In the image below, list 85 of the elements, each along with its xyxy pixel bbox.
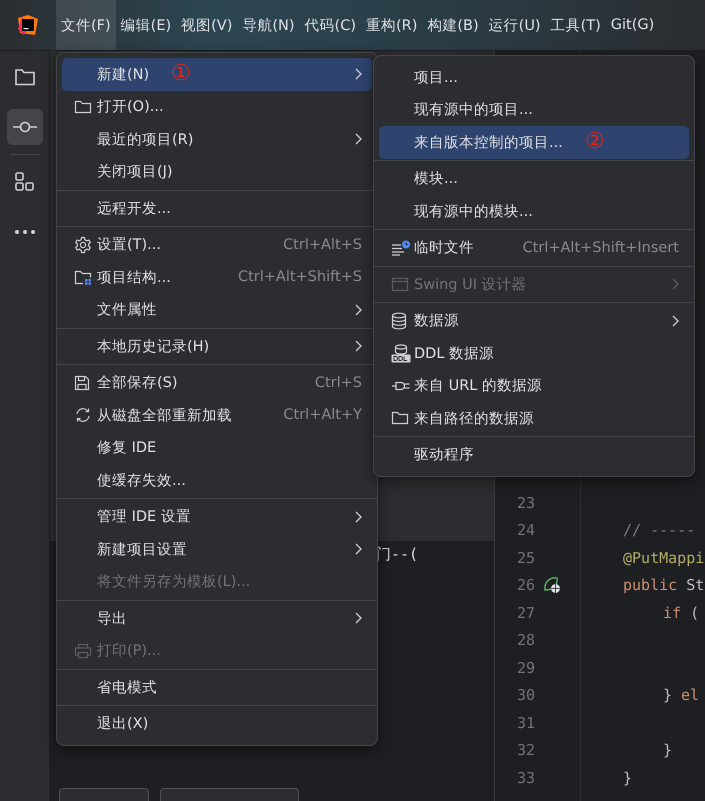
menu-bar-item[interactable]: 编辑(E) bbox=[116, 0, 176, 50]
line-number: 24 bbox=[516, 521, 535, 540]
menu-item[interactable]: 模块... bbox=[379, 162, 689, 195]
menu-item[interactable]: 数据源 bbox=[379, 304, 689, 337]
line-number: 25 bbox=[516, 548, 535, 567]
menu-item[interactable]: 远程开发... bbox=[62, 192, 372, 224]
menu-item[interactable]: 驱动程序 bbox=[379, 438, 689, 471]
folder-icon bbox=[391, 410, 409, 426]
menu-item[interactable]: 退出(X) bbox=[62, 708, 372, 740]
line-number: 23 bbox=[516, 494, 535, 512]
scratch-file-icon bbox=[391, 240, 411, 256]
save-icon bbox=[74, 374, 90, 391]
line-number: 32 bbox=[516, 741, 535, 760]
menu-item[interactable]: 设置(T)... Ctrl+Alt+S bbox=[62, 228, 372, 261]
menu-item[interactable]: 使缓存失效... bbox=[62, 464, 372, 496]
menu-item[interactable]: 项目... bbox=[379, 61, 689, 94]
menu-bar-item[interactable]: Git(G) bbox=[606, 0, 660, 50]
database-icon bbox=[391, 312, 407, 330]
folder-icon bbox=[14, 67, 36, 87]
menu-item[interactable]: 来自 URL 的数据源 bbox=[379, 370, 689, 402]
code-token: St bbox=[686, 576, 704, 594]
menu-bar-item[interactable]: 代码(C) bbox=[300, 0, 361, 50]
menu-item[interactable]: 文件属性 bbox=[62, 294, 372, 326]
menu-item[interactable]: 打开(O)... bbox=[62, 90, 372, 123]
menu-item[interactable]: 管理 IDE 设置 bbox=[62, 500, 372, 533]
menu-item[interactable]: 来自版本控制的项目... ② bbox=[379, 126, 689, 158]
app-logo-icon[interactable] bbox=[18, 15, 38, 35]
step-marker: ② bbox=[584, 131, 605, 154]
step-marker: ① bbox=[171, 63, 191, 86]
shortcut: Ctrl+Alt+S bbox=[283, 236, 362, 253]
menu-item[interactable]: 项目结构... Ctrl+Alt+Shift+S bbox=[62, 261, 372, 294]
folder-grid-icon bbox=[74, 269, 92, 286]
code-token: } bbox=[623, 768, 632, 787]
menu-item[interactable]: 来自路径的数据源 bbox=[379, 402, 689, 434]
shortcut: Ctrl+S bbox=[314, 374, 362, 391]
menu-item[interactable]: 导出 bbox=[62, 602, 372, 634]
line-number: 27 bbox=[516, 604, 535, 622]
leaf-globe-icon[interactable] bbox=[543, 576, 561, 594]
window-icon bbox=[391, 276, 409, 292]
code-token: } bbox=[663, 741, 672, 760]
code-token: } bbox=[663, 686, 672, 704]
line-number: 33 bbox=[516, 768, 535, 787]
menu-item[interactable]: 现有源中的项目... bbox=[379, 94, 689, 126]
line-number: 31 bbox=[516, 714, 535, 732]
code-token: ( bbox=[690, 604, 700, 622]
code-token: // ----- bbox=[623, 521, 696, 540]
line-number: 30 bbox=[516, 686, 535, 704]
menu-item[interactable]: 最近的项目(R) bbox=[62, 123, 372, 156]
code-token: public bbox=[623, 576, 678, 594]
code-token: el bbox=[681, 686, 700, 704]
menu-bar-item[interactable]: 工具(T) bbox=[546, 0, 606, 50]
commit-icon bbox=[12, 120, 38, 134]
shortcut: Ctrl+Alt+Shift+Insert bbox=[522, 240, 679, 256]
ddl-database-icon bbox=[391, 344, 411, 363]
menu-item[interactable]: 新建项目设置 bbox=[62, 533, 372, 566]
settings-icon bbox=[74, 236, 92, 254]
menu-item[interactable]: 省电模式 bbox=[62, 671, 372, 704]
menu-bar-item[interactable]: 重构(R) bbox=[361, 0, 422, 50]
code-token: @PutMappi bbox=[623, 548, 704, 567]
reload-icon bbox=[74, 407, 92, 424]
menu-item[interactable]: 关闭项目(J) bbox=[62, 156, 372, 188]
more-icon bbox=[14, 229, 36, 235]
printer-icon bbox=[74, 642, 92, 659]
menu-item[interactable]: 本地历史记录(H) bbox=[62, 330, 372, 362]
menu-bar-item[interactable]: 运行(U) bbox=[484, 0, 546, 50]
menu-item[interactable]: 全部保存(S) Ctrl+S bbox=[62, 366, 372, 399]
menu-item[interactable]: 修复 IDE bbox=[62, 432, 372, 464]
line-number: 29 bbox=[516, 658, 535, 677]
menu-item[interactable]: 现有源中的模块... bbox=[379, 195, 689, 228]
menu-bar-item[interactable]: 文件(F) bbox=[56, 0, 116, 50]
tool-window-button[interactable] bbox=[6, 109, 42, 145]
shortcut: Ctrl+Alt+Shift+S bbox=[238, 269, 362, 286]
line-number: 26 bbox=[516, 576, 535, 594]
line-number: 28 bbox=[516, 631, 535, 650]
folder-icon bbox=[74, 98, 92, 115]
menu-item[interactable]: 从磁盘全部重新加载 Ctrl+Alt+Y bbox=[62, 399, 372, 432]
menu-bar-item[interactable]: 构建(B) bbox=[422, 0, 484, 50]
shortcut: Ctrl+Alt+Y bbox=[283, 407, 362, 424]
menu-item[interactable]: DDL 数据源 bbox=[379, 337, 689, 370]
structure-icon bbox=[14, 171, 36, 193]
menu-bar-item[interactable]: 视图(V) bbox=[176, 0, 238, 50]
code-token: if bbox=[663, 604, 682, 622]
menu-bar-item[interactable]: 导航(N) bbox=[237, 0, 300, 50]
menu-item[interactable]: 临时文件 Ctrl+Alt+Shift+Insert bbox=[379, 232, 689, 264]
menu-item[interactable]: 新建(N) ① bbox=[62, 58, 372, 90]
